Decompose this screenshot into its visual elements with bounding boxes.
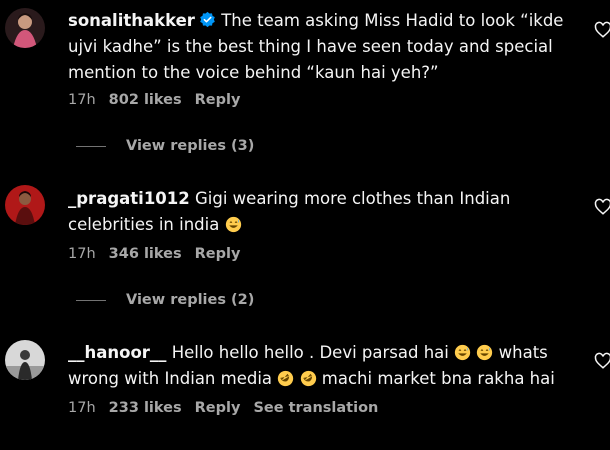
rolling-laughing-emoji-icon xyxy=(300,370,316,387)
timestamp: 17h xyxy=(68,246,96,262)
view-replies-label: View replies (2) xyxy=(126,292,255,308)
like-heart-icon[interactable] xyxy=(594,352,610,370)
comment-body-part3: machi market bna rakha hai xyxy=(321,369,555,388)
username[interactable]: __hanoor__ xyxy=(68,343,166,362)
divider xyxy=(76,299,106,301)
reply-button[interactable]: Reply xyxy=(195,400,241,416)
reply-button[interactable]: Reply xyxy=(195,246,241,262)
likes-count[interactable]: 233 likes xyxy=(109,400,182,416)
comment-text: _pragati1012 Gigi wearing more clothes t… xyxy=(68,186,573,238)
rolling-laughing-emoji-icon xyxy=(278,370,294,387)
comment-text: __hanoor__ Hello hello hello . Devi pars… xyxy=(68,340,573,392)
comment-meta: 17h 802 likes Reply xyxy=(68,92,253,108)
timestamp: 17h xyxy=(68,400,96,416)
grinning-sweat-emoji-icon xyxy=(477,344,493,361)
likes-count[interactable]: 802 likes xyxy=(109,92,182,108)
reply-button[interactable]: Reply xyxy=(195,92,241,108)
likes-count[interactable]: 346 likes xyxy=(109,246,182,262)
like-heart-icon[interactable] xyxy=(594,198,610,216)
username[interactable]: sonalithakker xyxy=(68,11,195,30)
grinning-sweat-emoji-icon xyxy=(225,216,241,233)
view-replies-button[interactable]: View replies (3) xyxy=(76,138,254,154)
verified-badge-icon xyxy=(200,11,215,28)
grinning-sweat-emoji-icon xyxy=(454,344,471,361)
comment-body-part1: Hello hello hello . Devi parsad hai xyxy=(171,343,449,362)
comment-meta: 17h 346 likes Reply xyxy=(68,246,253,262)
comment-text: sonalithakker The team asking Miss Hadid… xyxy=(68,8,573,86)
view-replies-button[interactable]: View replies (2) xyxy=(76,292,254,308)
timestamp: 17h xyxy=(68,92,96,108)
like-heart-icon[interactable] xyxy=(594,21,610,39)
avatar[interactable] xyxy=(5,8,45,48)
avatar[interactable] xyxy=(5,185,45,225)
view-replies-label: View replies (3) xyxy=(126,138,255,154)
divider xyxy=(76,145,106,147)
username[interactable]: _pragati1012 xyxy=(68,189,190,208)
comment-meta: 17h 233 likes Reply See translation xyxy=(68,400,391,416)
see-translation-button[interactable]: See translation xyxy=(253,400,378,416)
avatar[interactable] xyxy=(5,340,45,380)
